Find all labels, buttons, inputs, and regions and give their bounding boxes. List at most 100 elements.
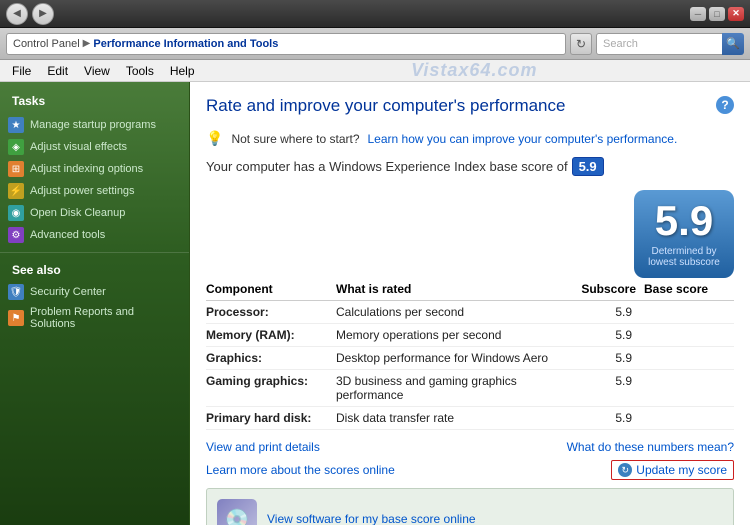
widget-score: 5.9 bbox=[644, 200, 724, 242]
row-component-4: Primary hard disk: bbox=[206, 407, 336, 430]
row-basescore-1 bbox=[644, 324, 734, 347]
address-bar: Control Panel ▶ Performance Information … bbox=[0, 28, 750, 60]
search-button[interactable]: 🔍 bbox=[722, 33, 744, 55]
sidebar-item-visual[interactable]: ◈ Adjust visual effects bbox=[0, 136, 189, 158]
base-score-text: Your computer has a Windows Experience I… bbox=[206, 159, 568, 174]
col-component: Component bbox=[206, 278, 336, 301]
maximize-button[interactable]: □ bbox=[709, 7, 725, 21]
row-rated-0: Calculations per second bbox=[336, 301, 574, 324]
title-bar: ◀ ▶ ─ □ ✕ bbox=[0, 0, 750, 28]
path-current: Performance Information and Tools bbox=[93, 38, 278, 50]
view-print-link[interactable]: View and print details bbox=[206, 440, 320, 454]
software-icon: 💿 bbox=[217, 499, 257, 525]
table-wrapper: 5.9 Determined by lowest subscore Compon… bbox=[206, 188, 734, 430]
startup-icon: ★ bbox=[8, 117, 24, 133]
col-basescore: Base score bbox=[644, 278, 734, 301]
software-link[interactable]: View software for my base score online bbox=[267, 512, 476, 525]
base-score-badge: 5.9 bbox=[572, 157, 604, 176]
row-rated-1: Memory operations per second bbox=[336, 324, 574, 347]
table-row: Processor: Calculations per second 5.9 bbox=[206, 301, 734, 324]
indexing-icon: ⊞ bbox=[8, 161, 24, 177]
security-icon: 🛡 bbox=[8, 284, 24, 300]
reports-icon: ⚑ bbox=[8, 310, 24, 326]
advanced-icon: ⚙ bbox=[8, 227, 24, 243]
menu-tools[interactable]: Tools bbox=[118, 62, 162, 80]
table-row: Graphics: Desktop performance for Window… bbox=[206, 347, 734, 370]
search-area: Search 🔍 bbox=[596, 33, 744, 55]
row-basescore-3 bbox=[644, 370, 734, 407]
row-rated-3: 3D business and gaming graphics performa… bbox=[336, 370, 574, 407]
menu-help[interactable]: Help bbox=[162, 62, 203, 80]
row-component-2: Graphics: bbox=[206, 347, 336, 370]
sidebar-item-startup[interactable]: ★ Manage startup programs bbox=[0, 114, 189, 136]
update-icon: ↻ bbox=[618, 463, 632, 477]
row-component-3: Gaming graphics: bbox=[206, 370, 336, 407]
lightbulb-icon: 💡 bbox=[206, 130, 223, 147]
row-subscore-1: 5.9 bbox=[574, 324, 644, 347]
row-subscore-0: 5.9 bbox=[574, 301, 644, 324]
row-rated-2: Desktop performance for Windows Aero bbox=[336, 347, 574, 370]
table-row: Gaming graphics: 3D business and gaming … bbox=[206, 370, 734, 407]
col-rated: What is rated bbox=[336, 278, 574, 301]
bottom-panel: 💿 View software for my base score online bbox=[206, 488, 734, 525]
sidebar: Tasks ★ Manage startup programs ◈ Adjust… bbox=[0, 82, 190, 525]
search-input[interactable]: Search bbox=[596, 33, 726, 55]
row-subscore-2: 5.9 bbox=[574, 347, 644, 370]
row-subscore-3: 5.9 bbox=[574, 370, 644, 407]
visual-icon: ◈ bbox=[8, 139, 24, 155]
sidebar-item-indexing[interactable]: ⊞ Adjust indexing options bbox=[0, 158, 189, 180]
menu-view[interactable]: View bbox=[76, 62, 118, 80]
row-component-0: Processor: bbox=[206, 301, 336, 324]
path-root: Control Panel bbox=[13, 38, 80, 50]
score-widget: 5.9 Determined by lowest subscore bbox=[634, 190, 734, 278]
row-basescore-2 bbox=[644, 347, 734, 370]
row-subscore-4: 5.9 bbox=[574, 407, 644, 430]
widget-label: Determined by lowest subscore bbox=[644, 246, 724, 268]
update-row: Learn more about the scores online ↻ Upd… bbox=[206, 460, 734, 480]
see-also-label: See also bbox=[0, 259, 189, 281]
cleanup-icon: ◉ bbox=[8, 205, 24, 221]
main-layout: Tasks ★ Manage startup programs ◈ Adjust… bbox=[0, 82, 750, 525]
menu-edit[interactable]: Edit bbox=[39, 62, 76, 80]
row-rated-4: Disk data transfer rate bbox=[336, 407, 574, 430]
tip-row: 💡 Not sure where to start? Learn how you… bbox=[206, 130, 734, 147]
content-header: Rate and improve your computer's perform… bbox=[206, 96, 734, 122]
what-numbers-link[interactable]: What do these numbers mean? bbox=[567, 440, 734, 454]
score-table: Component What is rated Subscore Base sc… bbox=[206, 278, 734, 430]
sidebar-item-power[interactable]: ⚡ Adjust power settings bbox=[0, 180, 189, 202]
menu-bar: File Edit View Tools Help Vistax64.com bbox=[0, 60, 750, 82]
title-bar-left: ◀ ▶ bbox=[6, 3, 54, 25]
base-score-row: Your computer has a Windows Experience I… bbox=[206, 157, 734, 176]
sidebar-item-problem-reports[interactable]: ⚑ Problem Reports and Solutions bbox=[0, 303, 189, 333]
sidebar-item-security[interactable]: 🛡 Security Center bbox=[0, 281, 189, 303]
row-basescore-0 bbox=[644, 301, 734, 324]
page-title: Rate and improve your computer's perform… bbox=[206, 96, 565, 116]
row-component-1: Memory (RAM): bbox=[206, 324, 336, 347]
path-separator-1: ▶ bbox=[83, 38, 91, 49]
table-row: Memory (RAM): Memory operations per seco… bbox=[206, 324, 734, 347]
col-subscore: Subscore bbox=[574, 278, 644, 301]
forward-button[interactable]: ▶ bbox=[32, 3, 54, 25]
window-controls: ─ □ ✕ bbox=[690, 7, 744, 21]
links-row-1: View and print details What do these num… bbox=[206, 440, 734, 454]
address-field[interactable]: Control Panel ▶ Performance Information … bbox=[6, 33, 566, 55]
content-area: Rate and improve your computer's perform… bbox=[190, 82, 750, 525]
back-button[interactable]: ◀ bbox=[6, 3, 28, 25]
sidebar-item-advanced[interactable]: ⚙ Advanced tools bbox=[0, 224, 189, 246]
watermark: Vistax64.com bbox=[203, 60, 746, 81]
tip-text: Not sure where to start? bbox=[231, 132, 359, 146]
update-score-button[interactable]: ↻ Update my score bbox=[611, 460, 734, 480]
menu-file[interactable]: File bbox=[4, 62, 39, 80]
refresh-button[interactable]: ↻ bbox=[570, 33, 592, 55]
tasks-label: Tasks bbox=[0, 90, 189, 114]
close-button[interactable]: ✕ bbox=[728, 7, 744, 21]
help-button[interactable]: ? bbox=[716, 96, 734, 114]
tip-link[interactable]: Learn how you can improve your computer'… bbox=[368, 132, 678, 146]
table-row: Primary hard disk: Disk data transfer ra… bbox=[206, 407, 734, 430]
sidebar-item-cleanup[interactable]: ◉ Open Disk Cleanup bbox=[0, 202, 189, 224]
learn-more-link[interactable]: Learn more about the scores online bbox=[206, 463, 395, 477]
row-basescore-4 bbox=[644, 407, 734, 430]
power-icon: ⚡ bbox=[8, 183, 24, 199]
minimize-button[interactable]: ─ bbox=[690, 7, 706, 21]
sidebar-divider bbox=[0, 252, 189, 253]
